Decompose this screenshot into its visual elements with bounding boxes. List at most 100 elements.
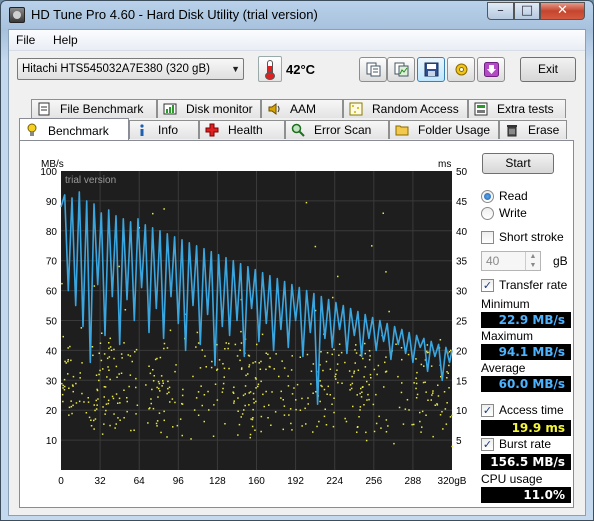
access-time-point [413, 423, 415, 426]
tab-erase[interactable]: Erase [499, 120, 567, 139]
short-stroke-unit: gB [553, 254, 568, 268]
tab-disk-monitor[interactable]: Disk monitor [157, 99, 261, 118]
tab-extra-tests[interactable]: Extra tests [468, 99, 566, 118]
tab-aam[interactable]: AAM [261, 99, 343, 118]
access-time-point [290, 422, 292, 425]
access-time-point [109, 378, 111, 381]
access-time-point [64, 360, 66, 363]
access-time-point [373, 368, 376, 371]
access-time-point [197, 342, 200, 344]
tab-label: Random Access [372, 102, 459, 116]
tab-health[interactable]: Health [199, 120, 285, 139]
access-time-point [304, 407, 306, 410]
access-time-point [335, 378, 337, 380]
access-time-point [331, 403, 333, 405]
access-time-point [103, 353, 106, 355]
title-bar[interactable]: HD Tune Pro 4.60 - Hard Disk Utility (tr… [1, 1, 593, 29]
options-icon [455, 63, 468, 76]
access-time-point [126, 400, 128, 403]
tab-benchmark[interactable]: Benchmark [19, 118, 129, 140]
access-time-point [323, 388, 326, 391]
access-time-point [250, 418, 252, 420]
access-time-point [158, 382, 161, 385]
access-time-point [333, 348, 335, 351]
access-time-point [207, 390, 209, 393]
exit-button[interactable]: Exit [520, 57, 576, 82]
short-stroke-label: Short stroke [499, 230, 564, 244]
tab-folder-usage[interactable]: Folder Usage [389, 120, 499, 139]
access-time-point [214, 383, 217, 385]
access-time-point [283, 405, 286, 407]
access-time-point [239, 359, 241, 362]
access-time-point [95, 374, 98, 376]
access-time-point [97, 398, 99, 400]
access-time-point [348, 370, 351, 372]
minimize-button[interactable]: – [487, 2, 514, 20]
access-time-point [271, 391, 273, 393]
options-button[interactable] [447, 57, 475, 82]
access-time-point [241, 413, 244, 415]
access-time-point [257, 383, 260, 385]
access-time-point [92, 354, 94, 357]
short-stroke-checkbox[interactable] [481, 231, 494, 244]
access-time-point [163, 410, 165, 413]
burst-rate-checkbox[interactable]: ✓ [481, 438, 494, 451]
access-time-point [355, 352, 358, 354]
access-time-point [406, 399, 409, 401]
info-icon [140, 124, 144, 136]
copy-screenshot-button[interactable] [387, 57, 415, 82]
access-time-point [81, 362, 83, 364]
access-time-point [75, 382, 77, 385]
access-time-point [351, 382, 354, 385]
close-button[interactable]: ✕ [540, 2, 585, 20]
access-time-point [68, 414, 70, 416]
app-window: HD Tune Pro 4.60 - Hard Disk Utility (tr… [0, 0, 594, 521]
access-time-point [227, 347, 229, 350]
access-time-point [152, 369, 154, 371]
tab-label: Error Scan [314, 123, 372, 137]
menu-file[interactable]: File [16, 33, 35, 47]
access-time-point [448, 351, 451, 353]
window-title: HD Tune Pro 4.60 - Hard Disk Utility (tr… [31, 7, 318, 22]
save-icon [424, 62, 439, 77]
copy-text-button[interactable] [359, 57, 387, 82]
y-left-tick-label: 40 [46, 346, 58, 357]
access-time-point [224, 423, 226, 425]
write-radio[interactable] [481, 207, 494, 220]
read-radio[interactable] [481, 190, 494, 203]
tab-info[interactable]: Info [129, 120, 199, 139]
transfer-rate-checkbox[interactable]: ✓ [481, 279, 494, 292]
access-time-point [248, 366, 250, 368]
menu-help[interactable]: Help [53, 33, 78, 47]
access-time-point [375, 393, 377, 396]
access-time-point [359, 406, 362, 408]
drive-select[interactable]: Hitachi HTS545032A7E380 (320 gB) ▼ [17, 58, 244, 80]
save-button[interactable] [417, 57, 445, 82]
access-time-point [260, 415, 263, 418]
short-stroke-spinner[interactable]: 40 ▲ ▼ [481, 251, 541, 271]
tab-file-benchmark[interactable]: File Benchmark [31, 99, 157, 118]
access-time-point [267, 417, 269, 419]
access-time-point [212, 435, 215, 437]
access-time-point [316, 425, 318, 428]
maximize-button[interactable]: □ [514, 2, 540, 20]
access-time-point [236, 355, 239, 357]
chevron-down-icon: ▼ [231, 64, 240, 74]
access-time-point [147, 422, 149, 424]
access-time-point [105, 409, 107, 412]
access-time-point [156, 425, 158, 427]
access-time-point [415, 358, 417, 360]
tab-random-access[interactable]: Random Access [343, 99, 468, 118]
access-time-point [233, 402, 235, 404]
start-button[interactable]: Start [482, 153, 554, 174]
access-time-point [243, 409, 245, 411]
tab-error-scan[interactable]: Error Scan [285, 120, 389, 139]
access-time-point [344, 361, 346, 364]
access-time-checkbox[interactable]: ✓ [481, 404, 494, 417]
access-time-point [361, 386, 364, 388]
access-time-point [360, 396, 363, 398]
access-time-point [201, 404, 203, 407]
access-time-point [395, 343, 397, 345]
download-button[interactable] [477, 57, 505, 82]
access-time-point [269, 357, 271, 359]
